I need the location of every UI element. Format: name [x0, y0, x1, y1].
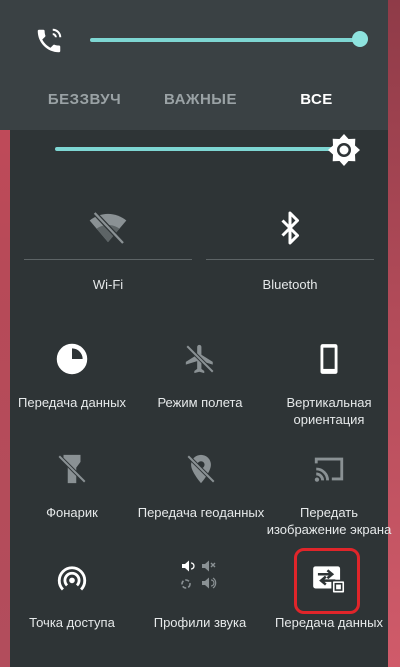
tile-hotspot-label: Точка доступа [29, 615, 115, 630]
tile-bluetooth[interactable]: Bluetooth [206, 200, 374, 300]
volume-panel: БЕЗЗВУЧ ВАЖНЫЕ ВСЕ [0, 0, 388, 130]
bluetooth-divider [206, 259, 374, 260]
tab-silent[interactable]: БЕЗЗВУЧ [22, 86, 147, 114]
tile-airplane[interactable]: Режим полета [140, 338, 260, 418]
tile-cast[interactable]: Передать изображение экрана [262, 448, 396, 540]
tile-flashlight-label: Фонарик [46, 505, 98, 520]
volume-slider-thumb[interactable] [352, 31, 368, 47]
tile-cast-label-2: изображение экрана [266, 522, 392, 537]
sound-profile-icon [181, 560, 217, 589]
tile-flashlight[interactable]: Фонарик [12, 448, 132, 528]
tile-data-transfer-label: Передача данных [275, 615, 383, 630]
tile-location-label: Передача геоданных [137, 505, 265, 520]
tile-sound-profiles[interactable]: Профили звука [140, 558, 260, 638]
cast-icon [314, 457, 344, 482]
tile-hotspot[interactable]: Точка доступа [12, 558, 132, 638]
volume-slider[interactable] [90, 31, 368, 47]
location-off-icon [186, 454, 216, 484]
brightness-slider[interactable] [55, 143, 355, 155]
tile-sound-profiles-label: Профили звука [153, 615, 247, 630]
tile-location[interactable]: Передача геоданных [132, 448, 270, 528]
tile-wifi[interactable]: Wi-Fi [24, 200, 192, 300]
call-volume-icon [37, 28, 62, 53]
brightness-slider-fill [55, 147, 340, 151]
tile-cast-label-1: Передать [299, 505, 358, 520]
sound-mode-tabs: БЕЗЗВУЧ ВАЖНЫЕ ВСЕ [0, 86, 388, 114]
bluetooth-icon [281, 211, 299, 245]
tile-bluetooth-label: Bluetooth [262, 277, 318, 292]
tile-rotation-label-2: ориентация [293, 412, 365, 427]
tile-rotation[interactable]: Вертикальная ориентация [268, 338, 390, 430]
tile-data-usage[interactable]: Передача данных [12, 338, 132, 418]
wifi-divider [24, 259, 192, 260]
tile-rotation-label-1: Вертикальная [286, 395, 372, 410]
flashlight-off-icon [57, 454, 87, 484]
portrait-icon [320, 344, 338, 374]
highlight-box [294, 548, 360, 614]
tile-wifi-label: Wi-Fi [92, 277, 124, 292]
tile-airplane-label: Режим полета [157, 395, 243, 410]
brightness-icon[interactable] [326, 132, 362, 168]
wifi-off-icon [89, 211, 127, 245]
hotspot-icon [57, 566, 87, 591]
tile-data-usage-label: Передача данных [18, 395, 126, 410]
airplane-icon [185, 344, 215, 374]
tab-priority[interactable]: ВАЖНЫЕ [138, 86, 263, 114]
tab-all[interactable]: ВСЕ [254, 86, 379, 114]
data-usage-icon [56, 343, 88, 375]
volume-slider-fill [90, 38, 360, 42]
